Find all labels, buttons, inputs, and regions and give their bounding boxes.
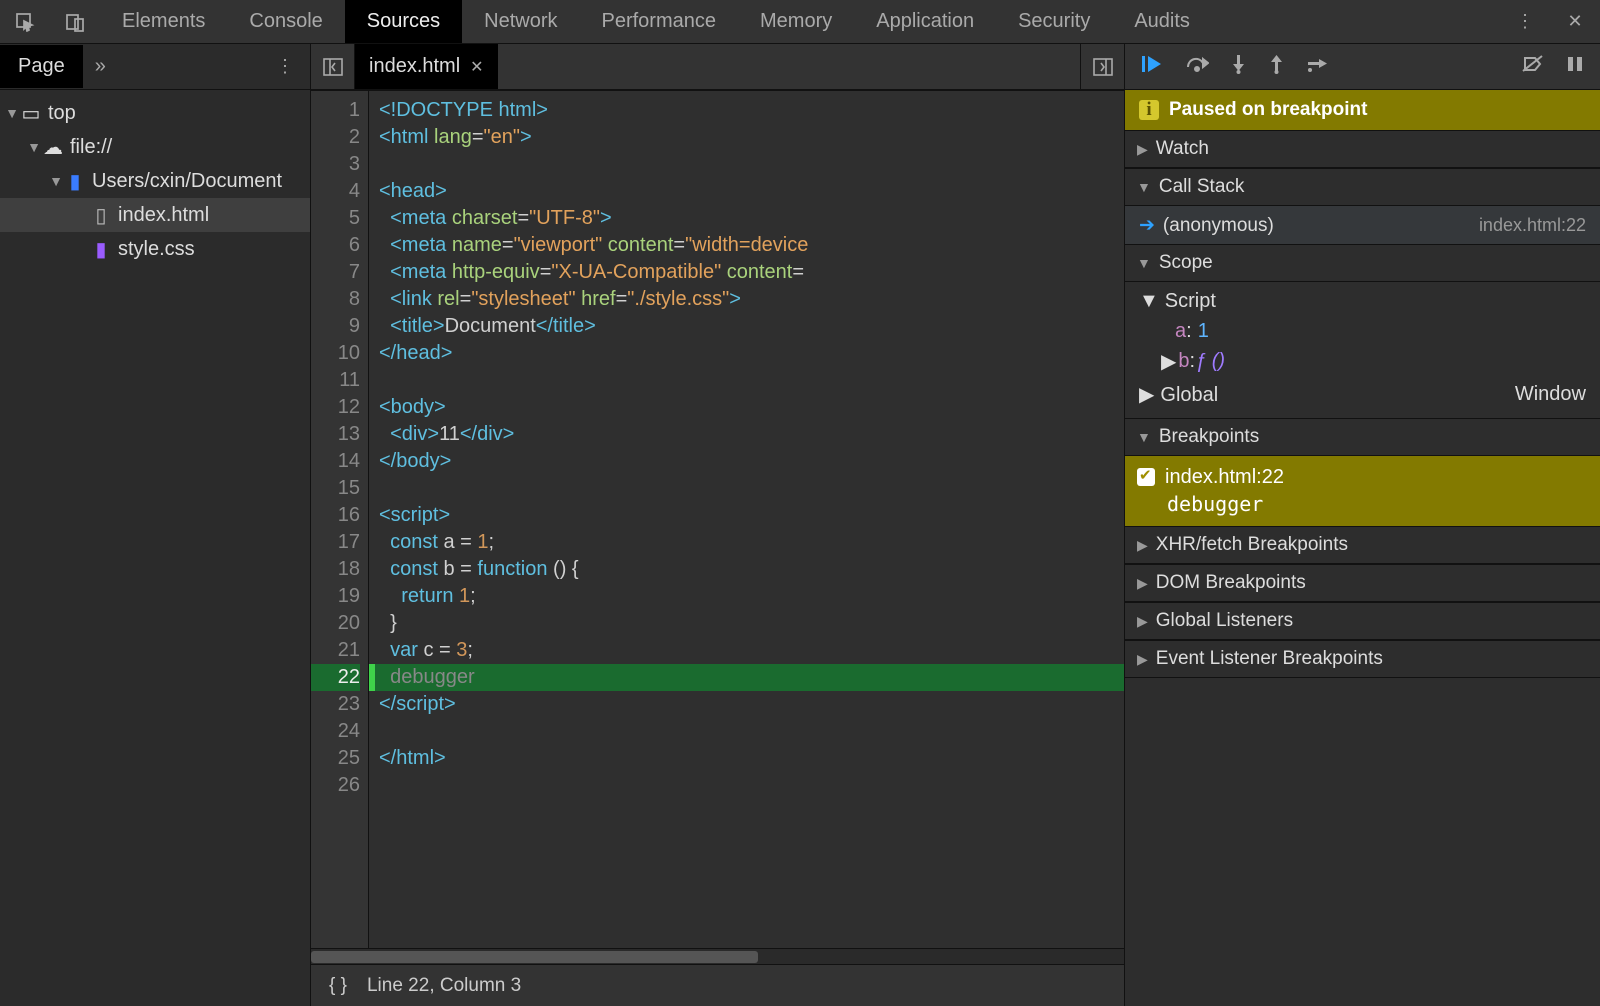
scope-var-a[interactable]: a:1: [1125, 316, 1600, 346]
tab-sources[interactable]: Sources: [345, 0, 462, 43]
scope-global[interactable]: ▶Global Window: [1125, 376, 1600, 412]
callstack-frame[interactable]: ➔(anonymous) index.html:22: [1125, 206, 1600, 244]
more-icon[interactable]: ⋮: [1500, 0, 1550, 43]
file-tab-index[interactable]: index.html ✕: [355, 44, 498, 89]
more-tabs-icon[interactable]: »: [83, 55, 118, 78]
step-into-icon[interactable]: [1231, 54, 1247, 79]
folder-icon: ▮: [64, 169, 86, 194]
page-tab[interactable]: Page: [0, 45, 83, 88]
tree-folder[interactable]: ▼▮Users/cxin/Document: [0, 164, 310, 198]
cursor-position: Line 22, Column 3: [367, 975, 521, 997]
file-icon: ▮: [90, 237, 112, 262]
section-global-listeners[interactable]: ▶Global Listeners: [1125, 602, 1600, 640]
section-callstack[interactable]: ▼Call Stack: [1125, 168, 1600, 206]
file-icon: ▯: [90, 203, 112, 228]
step-over-icon[interactable]: [1185, 55, 1209, 78]
editor-panel: index.html ✕ 123456789101112131415161718…: [310, 44, 1125, 1006]
close-devtools-icon[interactable]: ✕: [1550, 0, 1600, 43]
device-toggle-icon[interactable]: [50, 0, 100, 43]
scope-var-b[interactable]: ▶b: ƒ (): [1125, 346, 1600, 376]
tree-origin[interactable]: ▼☁file://: [0, 130, 310, 164]
breakpoint-checkbox[interactable]: [1137, 468, 1155, 486]
tree-top[interactable]: ▼▭top: [0, 96, 310, 130]
code-area[interactable]: <!DOCTYPE html><html lang="en"><head> <m…: [369, 91, 1124, 948]
pause-exceptions-icon[interactable]: [1566, 55, 1584, 78]
breakpoint-entry[interactable]: index.html:22 debugger: [1125, 456, 1600, 526]
pretty-print-icon[interactable]: { }: [329, 975, 347, 997]
section-scope[interactable]: ▼Scope: [1125, 244, 1600, 282]
step-icon[interactable]: [1307, 55, 1329, 78]
file-tab-label: index.html: [369, 55, 460, 78]
section-event-listener[interactable]: ▶Event Listener Breakpoints: [1125, 640, 1600, 678]
section-xhr[interactable]: ▶XHR/fetch Breakpoints: [1125, 526, 1600, 564]
file-tree: ▼▭top ▼☁file:// ▼▮Users/cxin/Document ▯i…: [0, 90, 310, 272]
tab-application[interactable]: Application: [854, 0, 996, 43]
tab-elements[interactable]: Elements: [100, 0, 227, 43]
h-scrollbar[interactable]: [311, 948, 1124, 964]
step-out-icon[interactable]: [1269, 54, 1285, 79]
paused-banner: i Paused on breakpoint: [1125, 90, 1600, 130]
breakpoint-code: debugger: [1137, 492, 1588, 516]
scope-script[interactable]: ▼Script: [1125, 286, 1600, 316]
tab-performance[interactable]: Performance: [580, 0, 739, 43]
section-watch[interactable]: ▶Watch: [1125, 130, 1600, 168]
tab-network[interactable]: Network: [462, 0, 579, 43]
navigator-more-icon[interactable]: ⋮: [260, 56, 310, 77]
devtools-tabs: ElementsConsoleSourcesNetworkPerformance…: [0, 0, 1600, 44]
inspect-icon[interactable]: [0, 0, 50, 43]
tree-file-style[interactable]: ▮style.css: [0, 232, 310, 266]
navigator-panel: Page » ⋮ ▼▭top ▼☁file:// ▼▮Users/cxin/Do…: [0, 44, 310, 1006]
tab-memory[interactable]: Memory: [738, 0, 854, 43]
tab-security[interactable]: Security: [996, 0, 1112, 43]
tab-console[interactable]: Console: [227, 0, 344, 43]
tab-audits[interactable]: Audits: [1112, 0, 1212, 43]
resume-icon[interactable]: [1141, 55, 1163, 78]
editor-status-bar: { } Line 22, Column 3: [311, 964, 1124, 1006]
debugger-panel: i Paused on breakpoint ▶Watch ▼Call Stac…: [1125, 44, 1600, 1006]
toggle-debugger-icon[interactable]: [1080, 44, 1124, 89]
section-dom[interactable]: ▶DOM Breakpoints: [1125, 564, 1600, 602]
deactivate-breakpoints-icon[interactable]: [1522, 55, 1544, 78]
close-tab-icon[interactable]: ✕: [470, 57, 483, 77]
frame-icon: ▭: [20, 101, 42, 126]
line-gutter[interactable]: 1234567891011121314151617181920212223242…: [311, 91, 369, 948]
info-icon: i: [1139, 100, 1159, 120]
tree-file-index[interactable]: ▯index.html: [0, 198, 310, 232]
cloud-icon: ☁: [42, 135, 64, 160]
toggle-navigator-icon[interactable]: [311, 44, 355, 89]
section-breakpoints[interactable]: ▼Breakpoints: [1125, 418, 1600, 456]
